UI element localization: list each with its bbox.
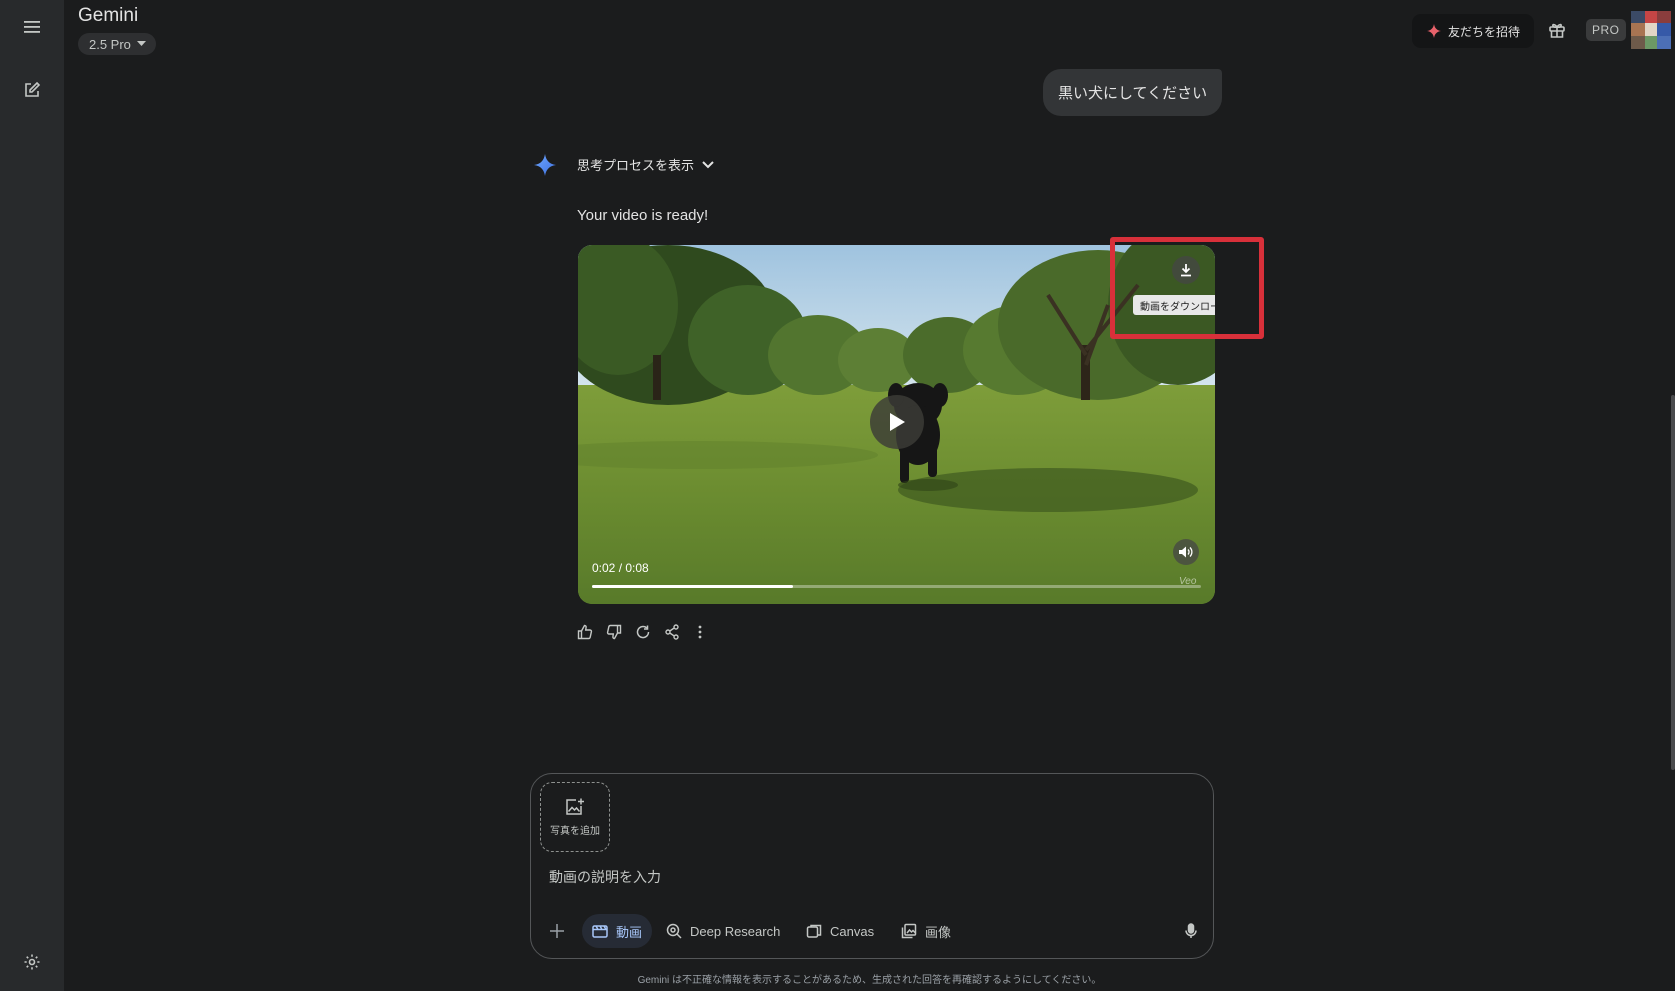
thumbs-down-button[interactable] <box>602 620 626 644</box>
play-icon <box>890 413 905 431</box>
invite-friends-button[interactable]: 友だちを招待 <box>1412 14 1535 48</box>
more-options-button[interactable] <box>688 620 712 644</box>
prompt-box: 写真を追加 動画 Deep Research Canvas 画像 <box>530 773 1214 959</box>
add-photo-label: 写真を追加 <box>550 825 600 837</box>
video-icon <box>592 925 608 938</box>
download-video-button[interactable] <box>1172 256 1200 284</box>
menu-button[interactable] <box>14 9 50 45</box>
user-message: 黒い犬にしてください <box>1043 69 1223 116</box>
volume-button[interactable] <box>1173 539 1199 565</box>
tool-image-label: 画像 <box>925 924 952 940</box>
veo-watermark: Veo <box>1179 576 1197 587</box>
microphone-button[interactable] <box>1177 915 1205 947</box>
new-chat-icon <box>25 81 41 97</box>
scrollbar[interactable] <box>1671 395 1675 770</box>
sparkle-icon <box>1427 24 1441 38</box>
more-icon <box>698 625 702 639</box>
new-chat-button[interactable] <box>14 72 50 108</box>
prompt-input[interactable] <box>549 869 1149 885</box>
model-selector[interactable]: 2.5 Pro <box>78 33 156 55</box>
share-button[interactable] <box>660 620 684 644</box>
response-text: Your video is ready! <box>577 207 709 224</box>
tool-video[interactable]: 動画 <box>582 914 653 948</box>
show-thinking-label: 思考プロセスを表示 <box>577 158 695 173</box>
invite-label: 友だちを招待 <box>1448 24 1521 39</box>
app-title: Gemini <box>78 5 139 26</box>
sidebar <box>0 0 64 991</box>
gift-icon <box>1549 23 1565 38</box>
footer: Gemini は不正確な情報を表示することがあるため、生成された回答を再確認する… <box>0 971 1675 986</box>
mic-icon <box>1185 923 1197 938</box>
download-tooltip: 動画をダウンロード <box>1133 295 1215 315</box>
menu-icon <box>24 21 40 33</box>
volume-icon <box>1179 546 1193 558</box>
chevron-down-icon <box>136 41 146 46</box>
tool-canvas-label: Canvas <box>830 923 875 939</box>
regenerate-button[interactable] <box>631 620 655 644</box>
pro-badge: PRO <box>1586 19 1626 41</box>
thumbs-up-button[interactable] <box>573 620 597 644</box>
share-icon <box>665 624 679 640</box>
canvas-icon <box>806 924 822 938</box>
avatar[interactable] <box>1631 11 1671 49</box>
video-time: 0:02 / 0:08 <box>592 561 649 575</box>
tool-video-label: 動画 <box>616 924 643 940</box>
add-image-icon <box>566 798 584 815</box>
plus-icon <box>550 924 564 938</box>
model-label: 2.5 Pro <box>89 36 131 52</box>
show-thinking-toggle[interactable]: 思考プロセスを表示 <box>577 155 714 174</box>
settings-icon <box>24 954 40 970</box>
play-button[interactable] <box>870 395 924 449</box>
thumbs-up-icon <box>577 624 593 640</box>
download-icon <box>1181 264 1191 277</box>
disclaimer-text: Gemini は不正確な情報を表示することがあるため、生成された回答を再確認する… <box>637 975 1102 986</box>
image-icon <box>901 923 917 939</box>
gemini-sparkle-icon <box>534 154 556 176</box>
add-photo-button[interactable]: 写真を追加 <box>540 782 610 852</box>
deep-research-icon <box>666 923 682 939</box>
video-progress-fill <box>592 585 793 588</box>
regenerate-icon <box>636 625 650 639</box>
tool-image[interactable]: 画像 <box>901 914 951 948</box>
video-progress-bar[interactable] <box>592 585 1201 588</box>
thumbs-down-icon <box>606 624 622 640</box>
gift-button[interactable] <box>1542 14 1572 46</box>
video-player[interactable]: 動画をダウンロード 0:02 / 0:08 Veo <box>578 245 1215 604</box>
tool-deep-research[interactable]: Deep Research <box>666 914 780 948</box>
chevron-down-icon <box>702 160 714 168</box>
add-button[interactable] <box>543 915 571 947</box>
tool-deep-research-label: Deep Research <box>690 923 781 939</box>
tool-canvas[interactable]: Canvas <box>806 914 874 948</box>
